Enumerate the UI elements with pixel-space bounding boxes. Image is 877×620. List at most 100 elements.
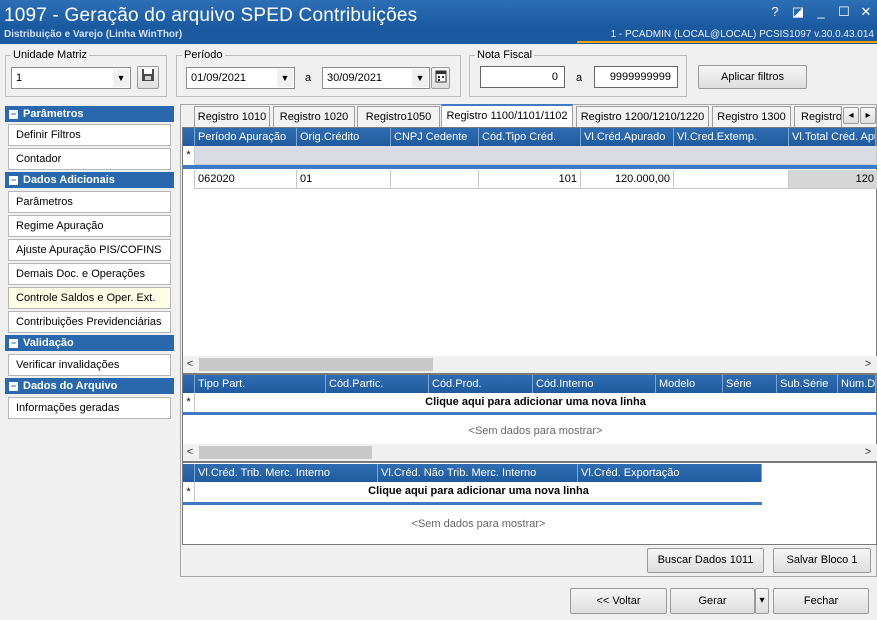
tab-registro-1050[interactable]: Registro1050 (357, 106, 440, 127)
sidebar-section-parametros[interactable]: − Parâmetros (5, 106, 174, 122)
sidebar-item-contador[interactable]: Contador (8, 148, 171, 170)
unidade-value: 1 (16, 72, 23, 84)
scroll-right-icon[interactable]: > (861, 356, 875, 373)
gerar-button[interactable]: Gerar (670, 588, 755, 614)
window-title: 1097 - Geração do arquivo SPED Contribui… (4, 5, 418, 26)
new-row-indicator: * (183, 393, 195, 412)
scroll-left-icon[interactable]: < (183, 444, 197, 461)
grid1-cell-cnpj[interactable] (391, 170, 479, 189)
grid2-col-num-doc[interactable]: Núm.Do (838, 375, 876, 393)
periodo-end-date[interactable]: 30/09/2021 ▼ (322, 67, 430, 89)
buscar-dados-button[interactable]: Buscar Dados 1011 (647, 548, 764, 573)
tab-registro-1100[interactable]: Registro 1100/1101/1102 (441, 104, 573, 128)
tab-registro-1010[interactable]: Registro 1010 (194, 106, 270, 127)
tab-scroll-right-icon[interactable]: ▸ (860, 107, 876, 124)
grid3-col-nao-trib-interno[interactable]: Vl.Créd. Não Trib. Merc. Interno (378, 464, 578, 482)
grid1-cell-periodo[interactable]: 062020 (195, 170, 297, 189)
salvar-bloco-button[interactable]: Salvar Bloco 1 (773, 548, 871, 573)
section-title: Parâmetros (23, 108, 84, 120)
sidebar-section-dados-arquivo[interactable]: − Dados do Arquivo (5, 378, 174, 394)
grid2-horizontal-scrollbar[interactable]: < > (183, 444, 877, 461)
new-row-indicator: * (183, 482, 195, 502)
grid1-cell-vl-cred-extemp[interactable] (674, 170, 789, 189)
collapse-icon[interactable]: − (9, 110, 18, 119)
scroll-left-icon[interactable]: < (183, 356, 197, 373)
grid1-col-vl-cred-apurado[interactable]: Vl.Créd.Apurado (581, 128, 674, 146)
chevron-down-icon[interactable]: ▼ (412, 69, 428, 87)
grid3-new-row-separator (183, 502, 762, 505)
grid1-cell-vl-total[interactable]: 120 (789, 170, 877, 189)
sidebar-item-ajuste-apuracao[interactable]: Ajuste Apuração PIS/COFINS (8, 239, 171, 261)
calendar-icon[interactable] (431, 67, 450, 89)
periodo-start-value: 01/09/2021 (191, 72, 247, 84)
collapse-icon[interactable]: − (9, 176, 18, 185)
tab-registro-1020[interactable]: Registro 1020 (273, 106, 355, 127)
grid2-col-cod-interno[interactable]: Cód.Interno (533, 375, 656, 393)
sidebar-item-demais-doc[interactable]: Demais Doc. e Operações (8, 263, 171, 285)
voltar-button[interactable]: << Voltar (570, 588, 667, 614)
sidebar-item-controle-saldos[interactable]: Controle Saldos e Oper. Ext. (8, 287, 171, 309)
sidebar-item-contribuicoes-previdenciarias[interactable]: Contribuições Previdenciárias (8, 311, 171, 333)
tab-registro-1300[interactable]: Registro 1300 (712, 106, 791, 127)
scroll-thumb[interactable] (199, 358, 433, 371)
grid1-col-periodo[interactable]: Período Apuração (195, 128, 297, 146)
grid3-corner (183, 464, 195, 482)
grid2-corner (183, 375, 195, 393)
tab-scroll-left-icon[interactable]: ◂ (843, 107, 859, 124)
gerar-dropdown-icon[interactable]: ▾ (755, 588, 769, 614)
grid1-col-vl-total[interactable]: Vl.Total Créd. Apu (789, 128, 876, 146)
sidebar-item-verificar-invalidacoes[interactable]: Verificar invalidações (8, 354, 171, 376)
grid2-col-sub-serie[interactable]: Sub.Série (777, 375, 838, 393)
grid2-col-serie[interactable]: Série (723, 375, 777, 393)
grid1-horizontal-scrollbar[interactable]: < > (183, 356, 877, 373)
tab-registro-1200[interactable]: Registro 1200/1210/1220 (576, 106, 709, 127)
grid2-col-cod-partic[interactable]: Cód.Partic. (326, 375, 429, 393)
sidebar-item-definir-filtros[interactable]: Definir Filtros (8, 124, 171, 146)
grid2-col-cod-prod[interactable]: Cód.Prod. (429, 375, 533, 393)
sidebar-section-validacao[interactable]: − Validação (5, 335, 174, 351)
grid2-col-modelo[interactable]: Modelo (656, 375, 723, 393)
restore-icon[interactable]: ◪ (789, 4, 807, 20)
tab-registro-partial[interactable]: Registro (794, 106, 842, 127)
grid1-cell-orig-credito[interactable]: 01 (297, 170, 391, 189)
session-underline (577, 41, 877, 43)
section-title: Validação (23, 337, 74, 349)
grid1-col-vl-cred-extemp[interactable]: Vl.Cred.Extemp. (674, 128, 789, 146)
grid1-col-orig-credito[interactable]: Orig.Crédito (297, 128, 391, 146)
collapse-icon[interactable]: − (9, 339, 18, 348)
grid3-add-row[interactable]: Clique aqui para adicionar uma nova linh… (195, 485, 762, 497)
help-icon[interactable]: ? (766, 4, 784, 20)
scroll-thumb[interactable] (199, 446, 372, 459)
grid1-col-cnpj[interactable]: CNPJ Cedente (391, 128, 479, 146)
collapse-icon[interactable]: − (9, 382, 18, 391)
grid1-corner (183, 128, 195, 146)
grid2-col-tipo-part[interactable]: Tipo Part. (195, 375, 326, 393)
apply-filters-button[interactable]: Aplicar filtros (698, 65, 807, 89)
grid1-col-cod-tipo[interactable]: Cód.Tipo Créd. (479, 128, 581, 146)
sidebar-item-regime-apuracao[interactable]: Regime Apuração (8, 215, 171, 237)
unidade-select[interactable]: 1 ▼ (11, 67, 131, 89)
sidebar-section-dados-adicionais[interactable]: − Dados Adicionais (5, 172, 174, 188)
grid2-add-row[interactable]: Clique aqui para adicionar uma nova linh… (195, 396, 876, 408)
grid3-col-exportacao[interactable]: Vl.Créd. Exportação (578, 464, 762, 482)
grid2-empty-message: <Sem dados para mostrar> (468, 425, 603, 437)
save-icon[interactable] (137, 66, 159, 89)
grid1-new-row[interactable] (195, 146, 877, 165)
nota-start-input[interactable]: 0 (480, 66, 565, 88)
grid1-cell-vl-cred-apurado[interactable]: 120.000,00 (581, 170, 674, 189)
grid1-cell-cod-tipo[interactable]: 101 (479, 170, 581, 189)
periodo-start-date[interactable]: 01/09/2021 ▼ (186, 67, 295, 89)
sidebar-item-parametros[interactable]: Parâmetros (8, 191, 171, 213)
close-icon[interactable]: ✕ (857, 4, 875, 20)
fechar-button[interactable]: Fechar (773, 588, 869, 614)
sidebar-item-informacoes-geradas[interactable]: Informações geradas (8, 397, 171, 419)
nota-end-input[interactable]: 9999999999 (594, 66, 678, 88)
chevron-down-icon[interactable]: ▼ (113, 69, 129, 87)
maximize-icon[interactable]: ☐ (835, 4, 853, 20)
grid3-col-trib-interno[interactable]: Vl.Créd. Trib. Merc. Interno (195, 464, 378, 482)
scroll-right-icon[interactable]: > (861, 444, 875, 461)
minimize-icon[interactable]: _ (812, 4, 830, 20)
new-row-indicator: * (183, 146, 195, 165)
chevron-down-icon[interactable]: ▼ (277, 69, 293, 87)
periodo-separator: a (305, 72, 312, 84)
